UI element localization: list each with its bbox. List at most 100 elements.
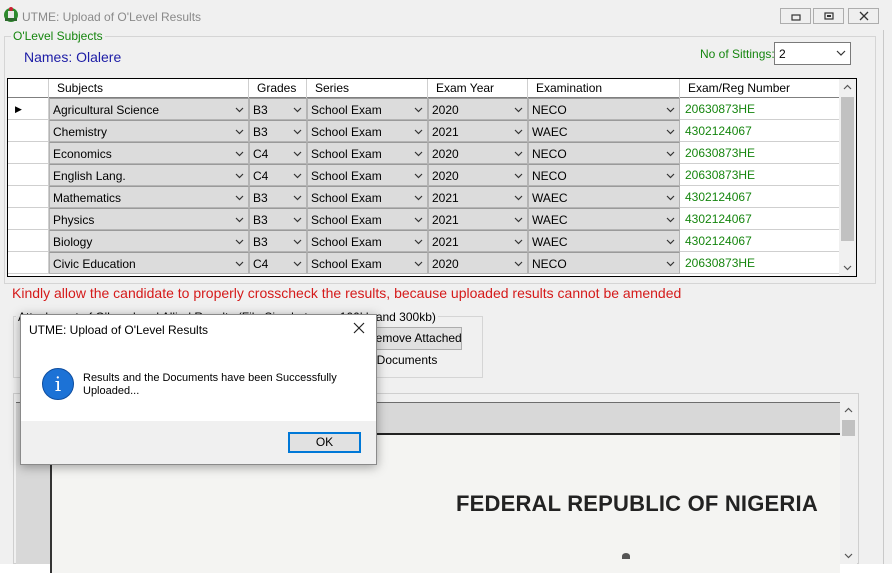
dialog-close-button[interactable]: [350, 319, 368, 337]
minimize-button[interactable]: [780, 8, 811, 24]
table-row[interactable]: English Lang. C4 School Exam 2020 NECO 206308…: [8, 164, 840, 186]
header-reg-number[interactable]: Exam/Reg Number: [680, 79, 840, 98]
reg-number-cell[interactable]: 20630873HE: [680, 98, 840, 120]
dropdown-button[interactable]: [290, 144, 305, 162]
grade-combo[interactable]: B3: [249, 120, 307, 142]
dropdown-button[interactable]: [232, 232, 247, 250]
dropdown-button[interactable]: [511, 210, 526, 228]
exam-year-combo[interactable]: 2020: [428, 142, 528, 164]
row-header[interactable]: [8, 186, 49, 208]
scroll-down-button[interactable]: [839, 259, 856, 276]
dropdown-button[interactable]: [663, 254, 678, 272]
table-row[interactable]: Biology B3 School Exam 2021 WAEC 4302124067: [8, 230, 840, 252]
scroll-up-button[interactable]: [839, 79, 856, 96]
dropdown-button[interactable]: [232, 188, 247, 206]
exam-year-combo[interactable]: 2021: [428, 186, 528, 208]
examination-combo[interactable]: NECO: [528, 98, 680, 120]
dropdown-button[interactable]: [411, 122, 426, 140]
dropdown-button[interactable]: [290, 210, 305, 228]
dropdown-button[interactable]: [511, 188, 526, 206]
examination-combo[interactable]: WAEC: [528, 120, 680, 142]
series-combo[interactable]: School Exam: [307, 230, 428, 252]
subject-combo[interactable]: Economics: [49, 142, 249, 164]
series-combo[interactable]: School Exam: [307, 98, 428, 120]
reg-number-cell[interactable]: 20630873HE: [680, 252, 840, 274]
row-header[interactable]: ▶: [8, 98, 49, 120]
subject-combo[interactable]: Chemistry: [49, 120, 249, 142]
dropdown-button[interactable]: [411, 188, 426, 206]
dropdown-button[interactable]: [663, 232, 678, 250]
reg-number-cell[interactable]: 4302124067: [680, 120, 840, 142]
dropdown-button[interactable]: [290, 166, 305, 184]
dropdown-button[interactable]: [663, 122, 678, 140]
examination-combo[interactable]: WAEC: [528, 208, 680, 230]
reg-number-cell[interactable]: 4302124067: [680, 230, 840, 252]
row-header[interactable]: [8, 252, 49, 274]
dropdown-button[interactable]: [232, 122, 247, 140]
subject-combo[interactable]: English Lang.: [49, 164, 249, 186]
subject-combo[interactable]: Physics: [49, 208, 249, 230]
row-header[interactable]: [8, 142, 49, 164]
dropdown-button[interactable]: [290, 232, 305, 250]
exam-year-combo[interactable]: 2020: [428, 252, 528, 274]
dropdown-button[interactable]: [411, 166, 426, 184]
dropdown-button[interactable]: [511, 254, 526, 272]
table-row[interactable]: Economics C4 School Exam 2020 NECO 20630873HE: [8, 142, 840, 164]
dropdown-button[interactable]: [290, 188, 305, 206]
preview-scrollbar[interactable]: [840, 402, 857, 564]
sittings-select[interactable]: 2: [774, 42, 851, 65]
dropdown-button[interactable]: [232, 166, 247, 184]
dropdown-button[interactable]: [663, 144, 678, 162]
reg-number-cell[interactable]: 4302124067: [680, 186, 840, 208]
exam-year-combo[interactable]: 2021: [428, 208, 528, 230]
preview-scroll-up[interactable]: [840, 402, 857, 419]
series-combo[interactable]: School Exam: [307, 208, 428, 230]
dropdown-button[interactable]: [290, 100, 305, 118]
subject-combo[interactable]: Agricultural Science: [49, 98, 249, 120]
header-grades[interactable]: Grades: [249, 79, 307, 98]
dropdown-button[interactable]: [511, 232, 526, 250]
reg-number-cell[interactable]: 20630873HE: [680, 164, 840, 186]
grade-combo[interactable]: B3: [249, 98, 307, 120]
series-combo[interactable]: School Exam: [307, 164, 428, 186]
header-examination[interactable]: Examination: [528, 79, 680, 98]
dropdown-button[interactable]: [663, 166, 678, 184]
dropdown-button[interactable]: [232, 100, 247, 118]
exam-year-combo[interactable]: 2021: [428, 230, 528, 252]
subject-combo[interactable]: Civic Education: [49, 252, 249, 274]
row-header[interactable]: [8, 120, 49, 142]
dropdown-button[interactable]: [411, 144, 426, 162]
header-series[interactable]: Series: [307, 79, 428, 98]
grade-combo[interactable]: B3: [249, 186, 307, 208]
exam-year-combo[interactable]: 2020: [428, 98, 528, 120]
reg-number-cell[interactable]: 4302124067: [680, 208, 840, 230]
row-header[interactable]: [8, 230, 49, 252]
dropdown-button[interactable]: [411, 254, 426, 272]
examination-combo[interactable]: NECO: [528, 252, 680, 274]
grade-combo[interactable]: C4: [249, 164, 307, 186]
dropdown-button[interactable]: [411, 100, 426, 118]
preview-scroll-thumb[interactable]: [842, 420, 855, 436]
dropdown-button[interactable]: [232, 144, 247, 162]
dropdown-button[interactable]: [290, 254, 305, 272]
dropdown-button[interactable]: [663, 188, 678, 206]
dropdown-button[interactable]: [511, 166, 526, 184]
examination-combo[interactable]: NECO: [528, 164, 680, 186]
dropdown-button[interactable]: [511, 100, 526, 118]
examination-combo[interactable]: WAEC: [528, 230, 680, 252]
table-row[interactable]: Chemistry B3 School Exam 2021 WAEC 4302124067: [8, 120, 840, 142]
subject-combo[interactable]: Mathematics: [49, 186, 249, 208]
exam-year-combo[interactable]: 2020: [428, 164, 528, 186]
exam-year-combo[interactable]: 2021: [428, 120, 528, 142]
subject-combo[interactable]: Biology: [49, 230, 249, 252]
series-combo[interactable]: School Exam: [307, 252, 428, 274]
grade-combo[interactable]: C4: [249, 142, 307, 164]
dropdown-button[interactable]: [411, 232, 426, 250]
outer-scrollbar[interactable]: [884, 0, 892, 564]
reg-number-cell[interactable]: 20630873HE: [680, 142, 840, 164]
examination-combo[interactable]: NECO: [528, 142, 680, 164]
table-row[interactable]: Physics B3 School Exam 2021 WAEC 4302124067: [8, 208, 840, 230]
preview-scroll-down[interactable]: [840, 547, 857, 564]
grade-combo[interactable]: B3: [249, 230, 307, 252]
row-header[interactable]: [8, 208, 49, 230]
